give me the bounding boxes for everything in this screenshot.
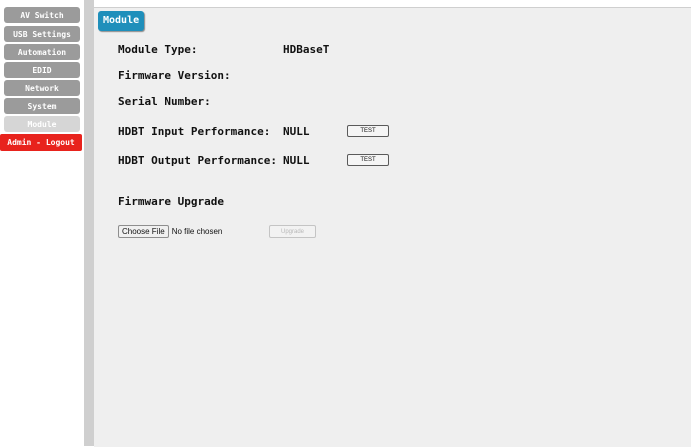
tab-module[interactable]: Module xyxy=(98,11,145,31)
no-file-chosen-text: No file chosen xyxy=(171,227,223,236)
hdbt-output-performance-value: NULL xyxy=(283,154,310,167)
module-type-label: Module Type: xyxy=(118,43,198,56)
module-type-value: HDBaseT xyxy=(283,43,330,56)
sidebar-item-av-switch[interactable]: AV Switch xyxy=(4,7,80,23)
module-panel: Module Module Type: HDBaseT Firmware Ver… xyxy=(94,7,691,447)
sidebar-item-automation[interactable]: Automation xyxy=(4,44,80,60)
firmware-version-label: Firmware Version: xyxy=(118,69,231,82)
admin-logout-button[interactable]: Admin - Logout xyxy=(0,134,82,151)
choose-file-button[interactable]: Choose File xyxy=(118,225,169,238)
hdbt-output-test-button[interactable]: TEST xyxy=(347,154,389,166)
hdbt-input-test-button[interactable]: TEST xyxy=(347,125,389,137)
firmware-upgrade-label: Firmware Upgrade xyxy=(118,195,224,208)
sidebar: AV Switch USB Settings Automation EDID N… xyxy=(0,0,84,446)
sidebar-divider xyxy=(84,0,94,446)
hdbt-input-performance-value: NULL xyxy=(283,125,310,138)
sidebar-item-network[interactable]: Network xyxy=(4,80,80,96)
sidebar-item-edid[interactable]: EDID xyxy=(4,62,80,78)
sidebar-item-usb-settings[interactable]: USB Settings xyxy=(4,26,80,42)
hdbt-input-performance-label: HDBT Input Performance: xyxy=(118,125,271,138)
serial-number-label: Serial Number: xyxy=(118,95,211,108)
sidebar-item-module[interactable]: Module xyxy=(4,116,80,132)
upgrade-button[interactable]: Upgrade xyxy=(269,225,316,238)
hdbt-output-performance-label: HDBT Output Performance: xyxy=(118,154,277,167)
file-input: Choose File No file chosen xyxy=(118,225,222,238)
sidebar-item-system[interactable]: System xyxy=(4,98,80,114)
